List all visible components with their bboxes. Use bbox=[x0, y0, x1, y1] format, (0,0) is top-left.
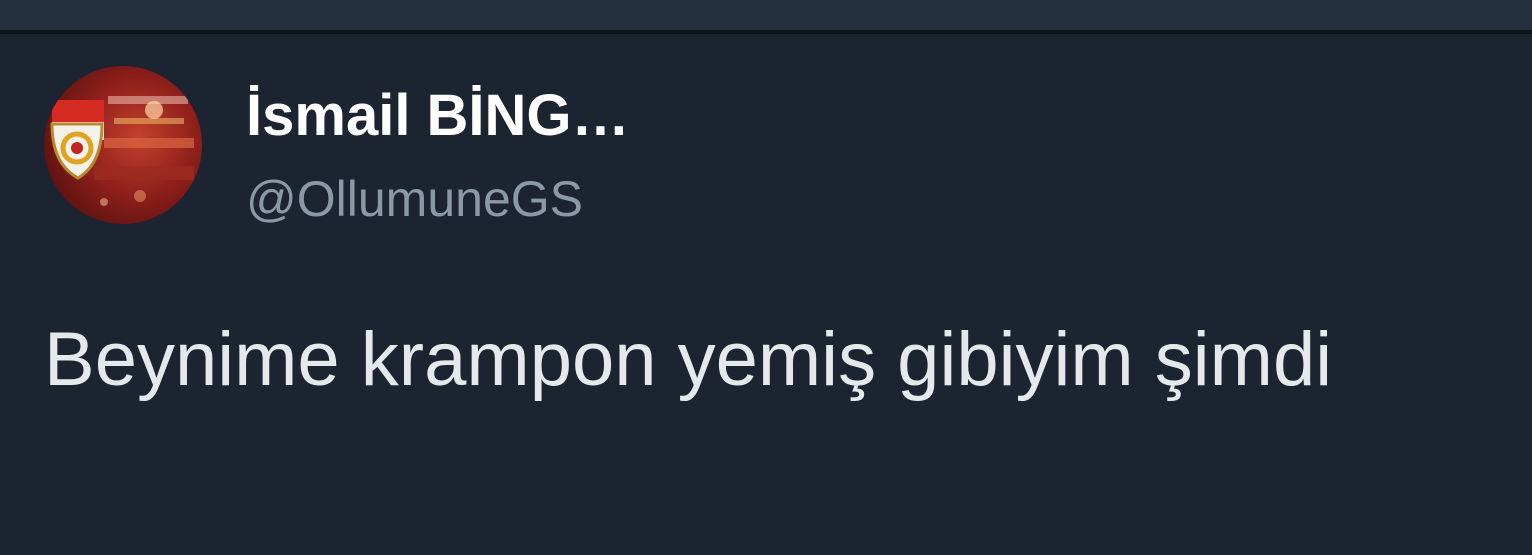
user-handle[interactable]: @OllumuneGS bbox=[246, 170, 583, 228]
top-strip bbox=[0, 0, 1532, 30]
user-display-name[interactable]: İsmail BİNG… bbox=[246, 82, 630, 149]
avatar[interactable] bbox=[44, 66, 202, 224]
galatasaray-crest-avatar-icon bbox=[50, 96, 194, 206]
tweet-text: Beynime krampon yemiş gibiyim şimdi bbox=[44, 317, 1333, 402]
tweet-card[interactable]: İsmail BİNG… @OllumuneGS Beynime krampon… bbox=[0, 34, 1532, 555]
